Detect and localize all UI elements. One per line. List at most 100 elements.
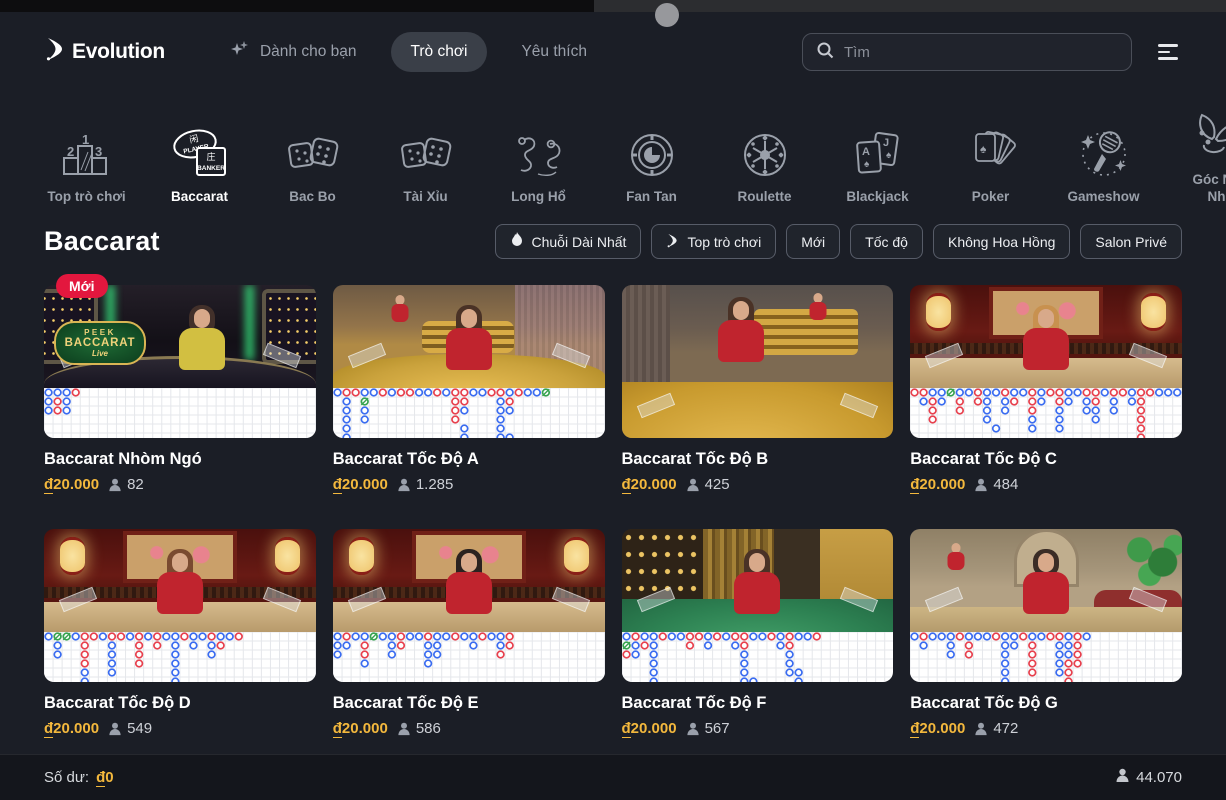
category-goc-nhin[interactable]: Góc Nh Nh (1160, 94, 1226, 206)
game-thumbnail[interactable] (333, 285, 605, 388)
person-icon (108, 722, 122, 736)
dealer (706, 297, 776, 381)
search-icon (816, 41, 834, 64)
dice-pair-icon (284, 118, 342, 180)
nav-item-tro-choi[interactable]: Trò chơi (391, 32, 488, 72)
category-gameshow[interactable]: Gameshow (1047, 94, 1160, 206)
min-stake: đ20.000 (44, 476, 99, 493)
footer-bar: Số dư: đ0 44.070 (0, 754, 1226, 800)
blackjack-cards-icon: A♠J♠ (850, 118, 906, 180)
game-card-7[interactable]: Baccarat Tốc Độ G đ20.000 472 (910, 529, 1182, 737)
min-stake: đ20.000 (44, 720, 99, 737)
players-online-count: 44.070 (1136, 769, 1182, 786)
filter-label: Mới (801, 234, 825, 250)
dragon-tiger-icon (510, 118, 568, 180)
player-count: 425 (686, 476, 730, 493)
category-top-tro-choi[interactable]: 213 Top trò chơi (30, 94, 143, 206)
dealer (1011, 305, 1081, 388)
game-card-2[interactable]: Baccarat Tốc Độ B đ20.000 425 (622, 285, 894, 493)
category-label: Top trò chơi (47, 188, 125, 206)
filter-salon-prive[interactable]: Salon Privé (1080, 224, 1182, 259)
game-card-1[interactable]: Baccarat Tốc Độ A đ20.000 1.285 (333, 285, 605, 493)
category-fan-tan[interactable]: Fan Tan (595, 94, 708, 206)
game-title: Baccarat Tốc Độ G (910, 694, 1182, 713)
filter-khong-hoa-hong[interactable]: Không Hoa Hồng (933, 224, 1070, 259)
baccarat-roadmap (333, 632, 605, 682)
dealer (434, 549, 504, 632)
nav-item-yeu-thich[interactable]: Yêu thích (501, 32, 607, 72)
person-icon (686, 722, 700, 736)
game-stats: đ20.000 82 (44, 476, 316, 493)
menu-hamburger-icon[interactable] (1154, 40, 1182, 63)
leaf-icon (1192, 101, 1226, 163)
filter-moi[interactable]: Mới (786, 224, 840, 259)
nav-item-danh-cho-ban[interactable]: Dành cho bạn (209, 28, 377, 77)
min-stake: đ20.000 (622, 720, 677, 737)
game-thumbnail[interactable] (622, 529, 894, 632)
game-stats: đ20.000 549 (44, 720, 316, 737)
player-count: 549 (108, 720, 152, 737)
game-thumbnail[interactable] (622, 285, 894, 438)
category-label: Góc Nh Nh (1192, 171, 1226, 206)
game-card-4[interactable]: Baccarat Tốc Độ D đ20.000 549 (44, 529, 316, 737)
game-thumbnail[interactable] (910, 529, 1182, 632)
brand-name: Evolution (72, 40, 165, 64)
fan-tan-icon (626, 118, 678, 180)
category-long-ho[interactable]: Long Hổ (482, 94, 595, 206)
game-thumbnail[interactable]: PEEKBACCARATLive (44, 285, 316, 388)
main-nav: Dành cho bạn Trò chơi Yêu thích (209, 28, 607, 77)
flame-icon (510, 232, 524, 251)
game-card-3[interactable]: Baccarat Tốc Độ C đ20.000 484 (910, 285, 1182, 493)
person-icon (108, 478, 122, 492)
game-stats: đ20.000 1.285 (333, 476, 605, 493)
game-thumbnail[interactable] (333, 529, 605, 632)
podium-icon: 213 (61, 118, 113, 180)
microphone-icon (1076, 118, 1132, 180)
filter-top-tro-choi[interactable]: Top trò chơi (651, 224, 776, 259)
new-badge: Mới (56, 274, 108, 298)
filter-chuoi-dai-nhat[interactable]: Chuỗi Dài Nhất (495, 224, 642, 259)
scroll-drag-handle[interactable] (655, 3, 679, 27)
game-thumbnail[interactable] (44, 529, 316, 632)
section-header: Baccarat Chuỗi Dài NhấtTop trò chơiMớiTố… (0, 224, 1226, 259)
svg-text:♠: ♠ (886, 150, 892, 161)
game-card-5[interactable]: Baccarat Tốc Độ E đ20.000 586 (333, 529, 605, 737)
filter-toc-do[interactable]: Tốc độ (850, 224, 923, 259)
category-label: Blackjack (846, 188, 908, 206)
min-stake: đ20.000 (910, 476, 965, 493)
game-thumbnail[interactable] (910, 285, 1182, 388)
top-strip-dark-segment (0, 0, 594, 12)
player-count: 472 (974, 720, 1018, 737)
browser-top-strip (0, 0, 1226, 12)
nav-item-label: Yêu thích (521, 43, 587, 61)
player-count: 1.285 (397, 476, 454, 493)
dice-pair-icon (397, 118, 455, 180)
game-stats: đ20.000 586 (333, 720, 605, 737)
category-roulette[interactable]: Roulette (708, 94, 821, 206)
search-box[interactable] (802, 33, 1132, 71)
search-input[interactable] (844, 44, 1118, 61)
category-bac-bo[interactable]: Bac Bo (256, 94, 369, 206)
min-stake: đ20.000 (333, 720, 388, 737)
category-baccarat[interactable]: 闲PLAYER庄BANKERBaccarat (143, 94, 256, 206)
balance-amount: đ0 (96, 769, 114, 786)
svg-text:♠: ♠ (980, 142, 987, 156)
game-stats: đ20.000 567 (622, 720, 894, 737)
category-label: Gameshow (1067, 188, 1139, 206)
svg-text:J: J (883, 137, 889, 149)
category-label: Roulette (738, 188, 792, 206)
game-card-6[interactable]: Baccarat Tốc Độ F đ20.000 567 (622, 529, 894, 737)
category-label: Bac Bo (289, 188, 336, 206)
game-title: Baccarat Tốc Độ B (622, 450, 894, 469)
category-label: Poker (972, 188, 1010, 206)
category-blackjack[interactable]: A♠J♠ Blackjack (821, 94, 934, 206)
category-tai-xiu[interactable]: Tài Xỉu (369, 94, 482, 206)
nav-item-label: Dành cho bạn (260, 43, 357, 61)
game-card-0[interactable]: Mới PEEKBACCARATLive Baccarat Nhòm Ngó đ… (44, 285, 316, 493)
evolution-logo[interactable]: Evolution (44, 37, 165, 67)
category-poker[interactable]: ♠ Poker (934, 94, 1047, 206)
game-title: Baccarat Tốc Độ E (333, 694, 605, 713)
min-stake: đ20.000 (622, 476, 677, 493)
baccarat-roadmap (44, 388, 316, 438)
dealer (1011, 549, 1081, 632)
